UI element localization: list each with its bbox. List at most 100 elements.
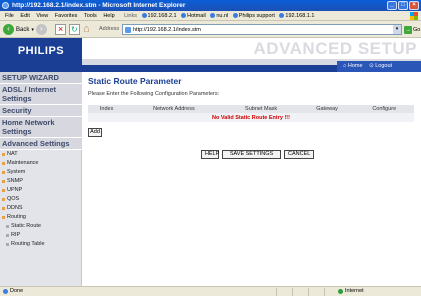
sidebar-item-system[interactable]: System — [0, 168, 81, 177]
sidebar-item-upnp[interactable]: UPNP — [0, 186, 81, 195]
forward-button[interactable]: › — [35, 24, 47, 35]
link-icon — [279, 13, 285, 19]
link-icon — [232, 13, 238, 19]
bullet-icon — [6, 243, 9, 246]
sidebar-item-ddns[interactable]: DDNS — [0, 204, 81, 213]
save-settings-button[interactable]: SAVE SETTINGS — [222, 150, 281, 159]
link-icon — [181, 13, 187, 19]
col-network-address: Network Address — [125, 105, 223, 113]
sidebar-item-maintenance[interactable]: Maintenance — [0, 159, 81, 168]
instructions-text: Please Enter the Following Configuration… — [88, 91, 220, 97]
link-hotmail[interactable]: Hotmail — [187, 11, 206, 20]
sidebar-setup-wizard[interactable]: SETUP WIZARD — [0, 72, 82, 84]
bullet-icon — [2, 180, 5, 183]
bullet-icon — [2, 207, 5, 210]
sidebar-item-rip[interactable]: RIP — [0, 231, 81, 240]
bullet-icon — [2, 171, 5, 174]
empty-route-message: No Valid Static Route Entry !!! — [88, 113, 414, 122]
table-row: No Valid Static Route Entry !!! — [88, 113, 414, 122]
sidebar-item-routing[interactable]: Routing — [0, 213, 81, 222]
sidebar-home-network[interactable]: Home Network Settings — [0, 117, 82, 138]
cancel-button[interactable]: CANCEL — [284, 150, 314, 159]
col-index: Index — [88, 105, 126, 113]
help-button[interactable]: HELP — [201, 150, 219, 159]
minimize-button[interactable]: _ — [387, 1, 397, 10]
page-bottom — [0, 296, 421, 307]
link-router-2[interactable]: 192.168.1.1 — [285, 11, 314, 20]
back-button[interactable]: ‹ Back ▾ › — [3, 23, 47, 36]
browser-toolbar: ‹ Back ▾ › Address http://192.168.2.1/in… — [0, 21, 421, 38]
internet-zone-icon — [338, 289, 343, 294]
refresh-button[interactable] — [69, 24, 80, 35]
menu-tools[interactable]: Tools — [84, 11, 97, 20]
address-value: http://192.168.2.1/index.stm — [133, 27, 201, 33]
sidebar-adsl-internet[interactable]: ADSL / Internet Settings — [0, 84, 82, 105]
zone-indicator: Internet — [338, 287, 364, 296]
menu-help[interactable]: Help — [103, 11, 114, 20]
go-button[interactable]: → Go — [404, 24, 420, 35]
link-icon — [210, 13, 216, 19]
sidebar-advanced-settings[interactable]: Advanced Settings — [0, 138, 82, 150]
table-header-row: Index Network Address Subnet Mask Gatewa… — [88, 105, 414, 113]
menu-edit[interactable]: Edit — [20, 11, 29, 20]
window-title: http://192.168.2.1/index.stm - Microsoft… — [12, 2, 186, 9]
sidebar-item-static-route[interactable]: Static Route — [0, 222, 81, 231]
back-label: Back — [16, 26, 30, 33]
page-icon — [125, 27, 131, 33]
page-banner-title: ADVANCED SETUP — [253, 39, 417, 58]
bullet-icon — [6, 225, 9, 228]
menu-file[interactable]: File — [5, 11, 14, 20]
menu-favorites[interactable]: Favorites — [55, 11, 78, 20]
link-nunl[interactable]: nu.nl — [216, 11, 228, 20]
links-label: Links — [124, 13, 137, 19]
menu-view[interactable]: View — [36, 11, 48, 20]
col-subnet-mask: Subnet Mask — [222, 105, 300, 113]
status-divider — [276, 288, 277, 296]
action-buttons: HELP SAVE SETTINGS CANCEL — [201, 150, 314, 159]
menu-bar: File Edit View Favorites Tools Help Link… — [0, 11, 421, 21]
address-label: Address — [99, 26, 120, 32]
zone-text: Internet — [345, 288, 364, 294]
link-router[interactable]: 192.168.2.1 — [148, 11, 177, 20]
status-divider — [308, 288, 309, 296]
status-bar: Done Internet — [0, 286, 421, 296]
sidebar: SETUP WIZARD ADSL / Internet Settings Se… — [0, 72, 82, 286]
windows-logo-icon — [410, 12, 418, 20]
maximize-button[interactable]: □ — [398, 1, 408, 10]
sidebar-item-snmp[interactable]: SNMP — [0, 177, 81, 186]
go-arrow-icon: → — [404, 25, 412, 34]
window-controls: _ □ × — [387, 1, 419, 10]
bullet-icon — [2, 198, 5, 201]
bullet-icon — [2, 162, 5, 165]
sidebar-security[interactable]: Security — [0, 105, 82, 117]
address-field[interactable]: http://192.168.2.1/index.stm ▾ — [122, 24, 402, 35]
address-dropdown-icon[interactable]: ▾ — [393, 25, 401, 34]
link-philips-support[interactable]: Philips support — [239, 11, 275, 20]
page-title: Static Route Parameter — [88, 76, 182, 86]
close-button[interactable]: × — [409, 1, 419, 10]
status-text: Done — [10, 288, 24, 294]
sidebar-item-nat[interactable]: NAT — [0, 150, 81, 159]
go-label: Go — [413, 26, 421, 33]
philips-logo: PHILIPS — [0, 38, 82, 65]
add-button[interactable]: Add — [88, 128, 102, 137]
sidebar-item-routing-table[interactable]: Routing Table — [0, 240, 81, 249]
sidebar-item-qos[interactable]: QOS — [0, 195, 81, 204]
logout-link[interactable]: ⊙ Logout — [369, 63, 392, 69]
bullet-icon — [6, 234, 9, 237]
col-gateway: Gateway — [299, 105, 355, 113]
home-link[interactable]: ⌂ Home — [343, 63, 363, 69]
header-strip: ⌂ Home ⊙ Logout — [0, 61, 421, 72]
status-left: Done — [3, 287, 23, 296]
stop-button[interactable] — [55, 24, 66, 35]
home-button[interactable] — [83, 24, 94, 35]
back-dropdown-icon[interactable]: ▾ — [31, 27, 34, 33]
bullet-icon — [2, 216, 5, 219]
back-arrow-icon: ‹ — [3, 24, 14, 35]
window-titlebar: http://192.168.2.1/index.stm - Microsoft… — [0, 0, 421, 11]
bullet-icon — [2, 189, 5, 192]
header-links: ⌂ Home ⊙ Logout — [337, 61, 421, 72]
page-status-icon — [3, 289, 8, 294]
link-icon — [141, 13, 147, 19]
col-configure: Configure — [354, 105, 414, 113]
